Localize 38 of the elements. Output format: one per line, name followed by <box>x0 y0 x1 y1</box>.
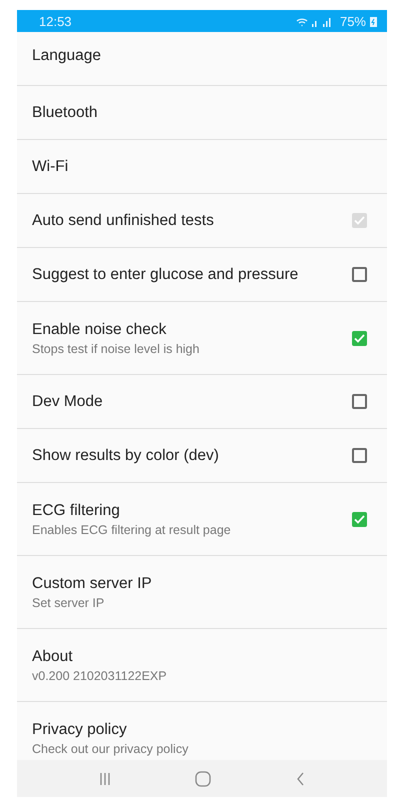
settings-row[interactable]: Enable noise check Stops test if noise level is high <box>17 302 387 375</box>
checkbox[interactable] <box>352 512 367 526</box>
setting-title: Language <box>32 46 101 64</box>
back-icon[interactable] <box>296 772 305 786</box>
recent-apps-icon[interactable] <box>99 772 112 786</box>
checkbox[interactable] <box>352 267 367 282</box>
checkbox[interactable] <box>352 394 367 409</box>
settings-row[interactable]: Bluetooth <box>17 86 387 140</box>
checkbox[interactable] <box>352 448 367 463</box>
setting-title: Dev Mode <box>32 392 103 410</box>
setting-subtitle: Stops test if noise level is high <box>32 342 200 356</box>
settings-row[interactable]: Suggest to enter glucose and pressure <box>17 248 387 302</box>
settings-row[interactable]: ECG filtering Enables ECG filtering at result page <box>17 483 387 556</box>
home-icon[interactable] <box>195 770 212 786</box>
checkbox[interactable] <box>352 330 367 346</box>
setting-title: Suggest to enter glucose and pressure <box>32 266 298 284</box>
setting-title: Custom server IP <box>32 574 152 592</box>
setting-subtitle: Set server IP <box>32 596 106 610</box>
setting-title: Bluetooth <box>32 104 98 122</box>
status-time: 12:53 <box>39 14 72 28</box>
settings-row[interactable]: Custom server IP Set server IP <box>17 556 387 629</box>
setting-title: Privacy policy <box>32 720 128 738</box>
setting-title: About <box>32 648 74 666</box>
settings-row[interactable]: Wi-Fi <box>17 140 387 194</box>
setting-subtitle: Check out our privacy policy <box>32 742 188 756</box>
settings-row[interactable]: Language <box>17 32 387 86</box>
setting-subtitle: Enables ECG filtering at result page <box>32 522 231 536</box>
setting-title: Wi-Fi <box>32 158 68 176</box>
setting-title: Enable noise check <box>32 320 168 338</box>
setting-title: Show results by color (dev) <box>32 446 219 464</box>
settings-row[interactable]: Dev Mode <box>17 375 387 429</box>
battery-percent: 75% <box>340 14 366 28</box>
setting-title: ECG filtering <box>32 502 121 520</box>
setting-subtitle: v0.200 2102031122EXP <box>32 668 167 682</box>
settings-row[interactable]: Show results by color (dev) <box>17 429 387 483</box>
battery-icon <box>370 16 377 26</box>
setting-title: Auto send unfinished tests <box>32 212 214 230</box>
settings-row[interactable]: About v0.200 2102031122EXP <box>17 629 387 702</box>
